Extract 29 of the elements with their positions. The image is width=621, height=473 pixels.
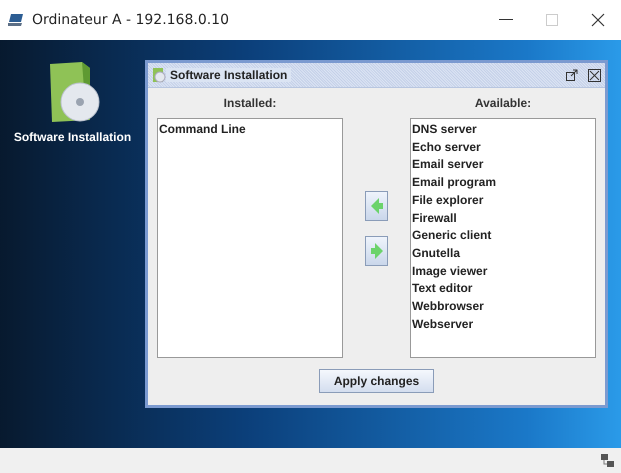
- software-box-icon: [152, 67, 166, 83]
- installed-label: Installed:: [224, 96, 276, 112]
- list-item[interactable]: Email server: [412, 156, 594, 174]
- apply-changes-button[interactable]: Apply changes: [319, 369, 434, 393]
- close-icon: [591, 13, 605, 27]
- list-item[interactable]: DNS server: [412, 121, 594, 139]
- desktop-icon-label[interactable]: Software Installation: [14, 130, 132, 144]
- computer-icon: [8, 13, 26, 27]
- list-item[interactable]: Image viewer: [412, 262, 594, 280]
- list-item[interactable]: File explorer: [412, 192, 594, 210]
- list-item[interactable]: Gnutella: [412, 244, 594, 263]
- network-icon: [601, 454, 615, 468]
- list-item[interactable]: Generic client: [412, 227, 594, 245]
- left-arrow-icon: [370, 198, 382, 214]
- list-item[interactable]: Command Line: [159, 121, 341, 139]
- right-arrow-icon: [370, 243, 382, 259]
- dialog-title: Software Installation: [166, 68, 292, 82]
- list-item[interactable]: Email program: [412, 174, 594, 192]
- detach-icon[interactable]: [566, 69, 578, 81]
- close-icon[interactable]: [588, 68, 601, 82]
- maximize-icon: [546, 14, 558, 26]
- list-item[interactable]: Echo server: [412, 138, 594, 156]
- list-item[interactable]: Webbrowser: [412, 298, 594, 316]
- window-title: Ordinateur A - 192.168.0.10: [32, 12, 230, 28]
- list-item[interactable]: Text editor: [412, 280, 594, 298]
- list-item[interactable]: Webserver: [412, 316, 594, 334]
- available-label: Available:: [474, 96, 532, 112]
- list-item[interactable]: Firewall: [412, 210, 594, 228]
- minimize-icon: [499, 19, 513, 21]
